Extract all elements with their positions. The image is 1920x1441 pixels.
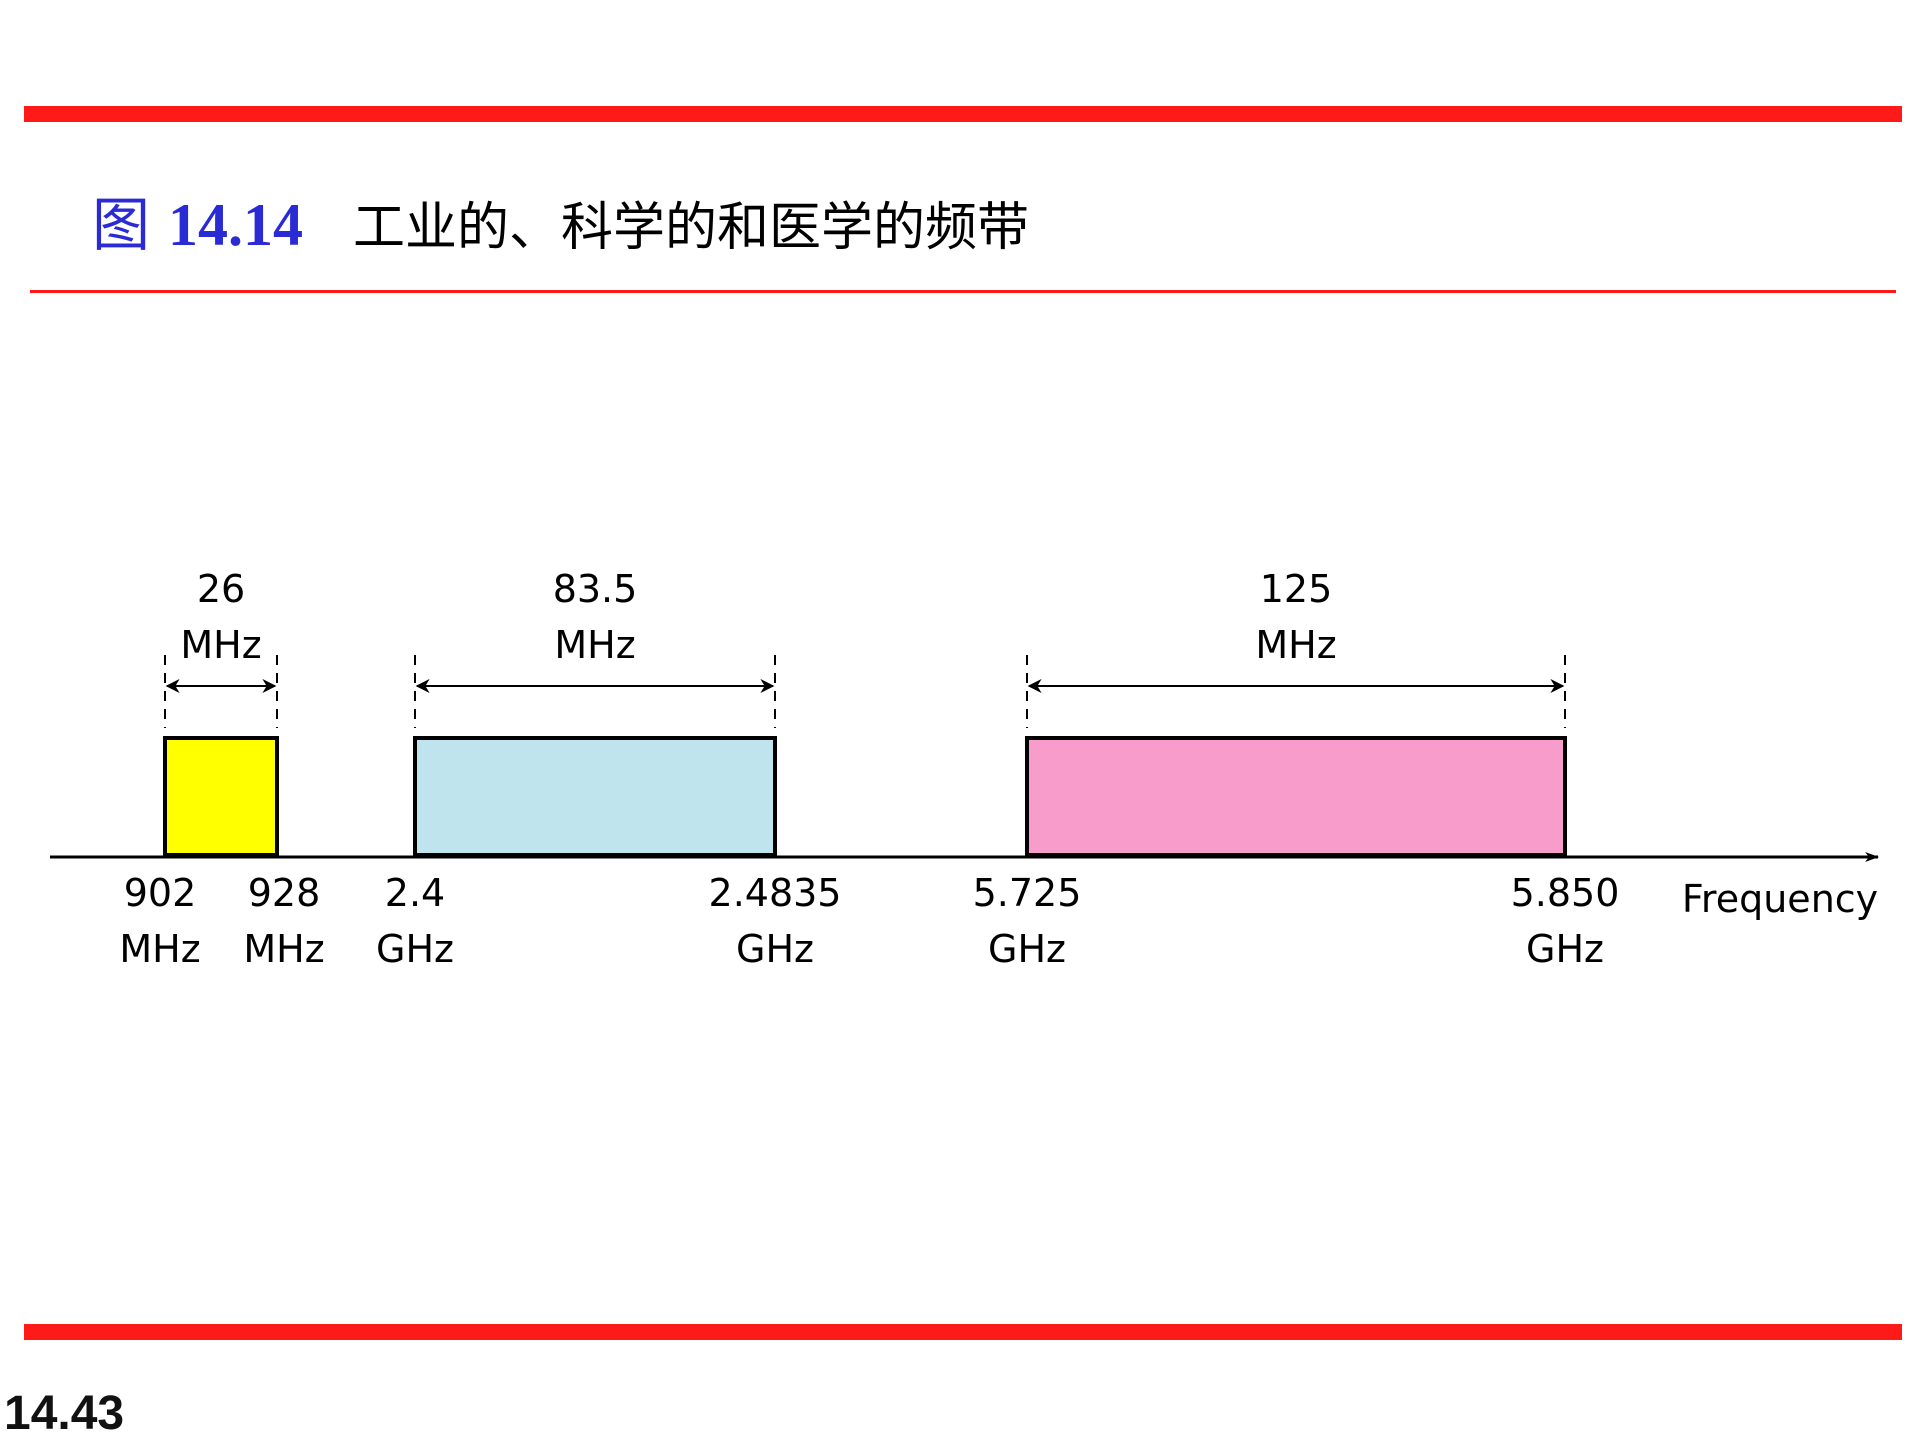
- tick-2-4-value: 2.4: [385, 871, 445, 915]
- band-1-width-value: 26: [197, 567, 245, 611]
- tick-5-725-value: 5.725: [973, 871, 1082, 915]
- tick-902-value: 902: [124, 871, 197, 915]
- tick-2-4835-value: 2.4835: [709, 871, 842, 915]
- ism-band-diagram: 26 MHz 83.5 MHz 125 MHz Frequency 902 MH…: [50, 567, 1879, 971]
- tick-5-850-value: 5.850: [1511, 871, 1620, 915]
- tick-928-value: 928: [248, 871, 321, 915]
- band-2-width-value: 83.5: [553, 567, 638, 611]
- band-3-width-value: 125: [1260, 567, 1333, 611]
- tick-2-4-unit: GHz: [376, 927, 454, 971]
- frequency-axis-label: Frequency: [1682, 877, 1878, 921]
- band-3-width-unit: MHz: [1255, 623, 1336, 667]
- band-5-725-5-850-ghz: [1025, 736, 1567, 857]
- page-number: 14.43: [4, 1387, 125, 1440]
- bottom-red-rule: [24, 1324, 1902, 1340]
- tick-902-unit: MHz: [119, 927, 200, 971]
- tick-5-850-unit: GHz: [1526, 927, 1604, 971]
- tick-928-unit: MHz: [243, 927, 324, 971]
- tick-2-4835-unit: GHz: [736, 927, 814, 971]
- band-2-4-2-4835-ghz: [413, 736, 777, 857]
- band-1-width-unit: MHz: [180, 623, 261, 667]
- tick-5-725-unit: GHz: [988, 927, 1066, 971]
- band-902-928-mhz: [163, 736, 279, 857]
- band-2-width-unit: MHz: [554, 623, 635, 667]
